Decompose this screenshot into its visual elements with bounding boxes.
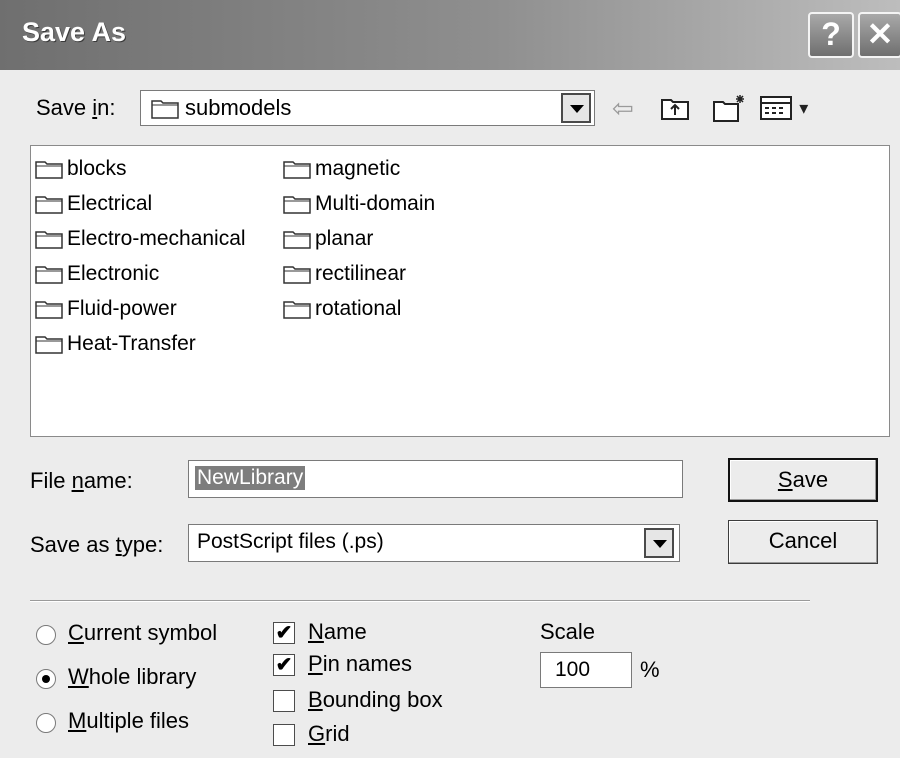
checkmark-icon: ✔ (275, 622, 293, 644)
help-button[interactable]: ? (808, 12, 854, 58)
folder-icon (35, 161, 63, 179)
help-icon: ? (821, 16, 841, 52)
name-label: Name (308, 619, 367, 644)
separator-line (30, 600, 810, 602)
save-in-label: Save in: (36, 95, 116, 120)
multiple-files-label: Multiple files (68, 708, 190, 733)
folder-icon (35, 336, 63, 354)
view-menu-caret-icon: ▾ (799, 98, 809, 118)
save-as-type-dropdown[interactable]: PostScript files (.ps) (188, 524, 680, 562)
scale-input[interactable]: 100 (540, 652, 632, 688)
checkbox-bounding-box[interactable] (273, 690, 295, 712)
checkmark-icon: ✔ (275, 654, 293, 676)
save-in-dropdown[interactable]: submodels (140, 90, 595, 126)
file-list[interactable]: blocks Electrical Electro-mechanical Ele… (30, 145, 890, 437)
file-name-input[interactable]: NewLibrary (188, 460, 683, 498)
save-as-type-dropdown-arrow[interactable] (644, 528, 674, 558)
scale-value: 100 (555, 658, 591, 681)
radio-whole-library[interactable] (36, 669, 56, 689)
scale-label: Scale (540, 619, 596, 644)
folder-icon (35, 196, 63, 214)
close-button[interactable]: ✕ (858, 12, 900, 58)
scale-unit: % (640, 657, 660, 682)
folder-icon (35, 266, 63, 284)
new-folder-icon (713, 95, 744, 122)
folder-icon (35, 231, 63, 249)
grid-label: Grid (308, 721, 350, 746)
up-one-level-button[interactable] (660, 92, 690, 124)
save-as-type-value: PostScript files (.ps) (197, 530, 384, 553)
whole-library-label: Whole library (68, 664, 197, 689)
save-as-dialog: Save As ? ✕ Save in: submodels ⇦ ▾ block… (0, 0, 900, 758)
radio-current-symbol[interactable] (36, 625, 56, 645)
folder-icon (283, 301, 311, 319)
file-name-label: File name: (30, 468, 133, 493)
save-in-value: submodels (185, 95, 292, 120)
window-title: Save As (22, 17, 127, 47)
folder-icon (283, 161, 311, 179)
save-button[interactable]: Save (728, 458, 878, 502)
create-new-folder-button[interactable] (712, 92, 748, 124)
checkbox-pin-names[interactable]: ✔ (273, 654, 295, 676)
folder-icon (151, 100, 179, 119)
folder-icon (283, 196, 311, 214)
back-arrow-icon: ⇦ (612, 93, 634, 123)
pin-names-label: Pin names (308, 651, 412, 676)
save-in-dropdown-arrow[interactable] (561, 93, 591, 123)
file-name-value: NewLibrary (195, 466, 306, 490)
save-as-type-label: Save as type: (30, 532, 164, 557)
bounding-box-label: Bounding box (308, 687, 443, 712)
folder-icon (283, 266, 311, 284)
folder-icon (35, 301, 63, 319)
view-menu-icon (760, 96, 792, 120)
current-symbol-label: Current symbol (68, 620, 218, 645)
folder-icon (283, 231, 311, 249)
back-button[interactable]: ⇦ (612, 92, 634, 124)
radio-multiple-files[interactable] (36, 713, 56, 733)
up-folder-icon (661, 99, 689, 120)
cancel-button[interactable]: Cancel (728, 520, 878, 564)
checkbox-grid[interactable] (273, 724, 295, 746)
title-bar[interactable]: Save As ? ✕ (0, 0, 900, 70)
checkbox-name[interactable]: ✔ (273, 622, 295, 644)
view-menu-button[interactable]: ▾ (760, 92, 808, 124)
close-icon: ✕ (866, 16, 894, 52)
